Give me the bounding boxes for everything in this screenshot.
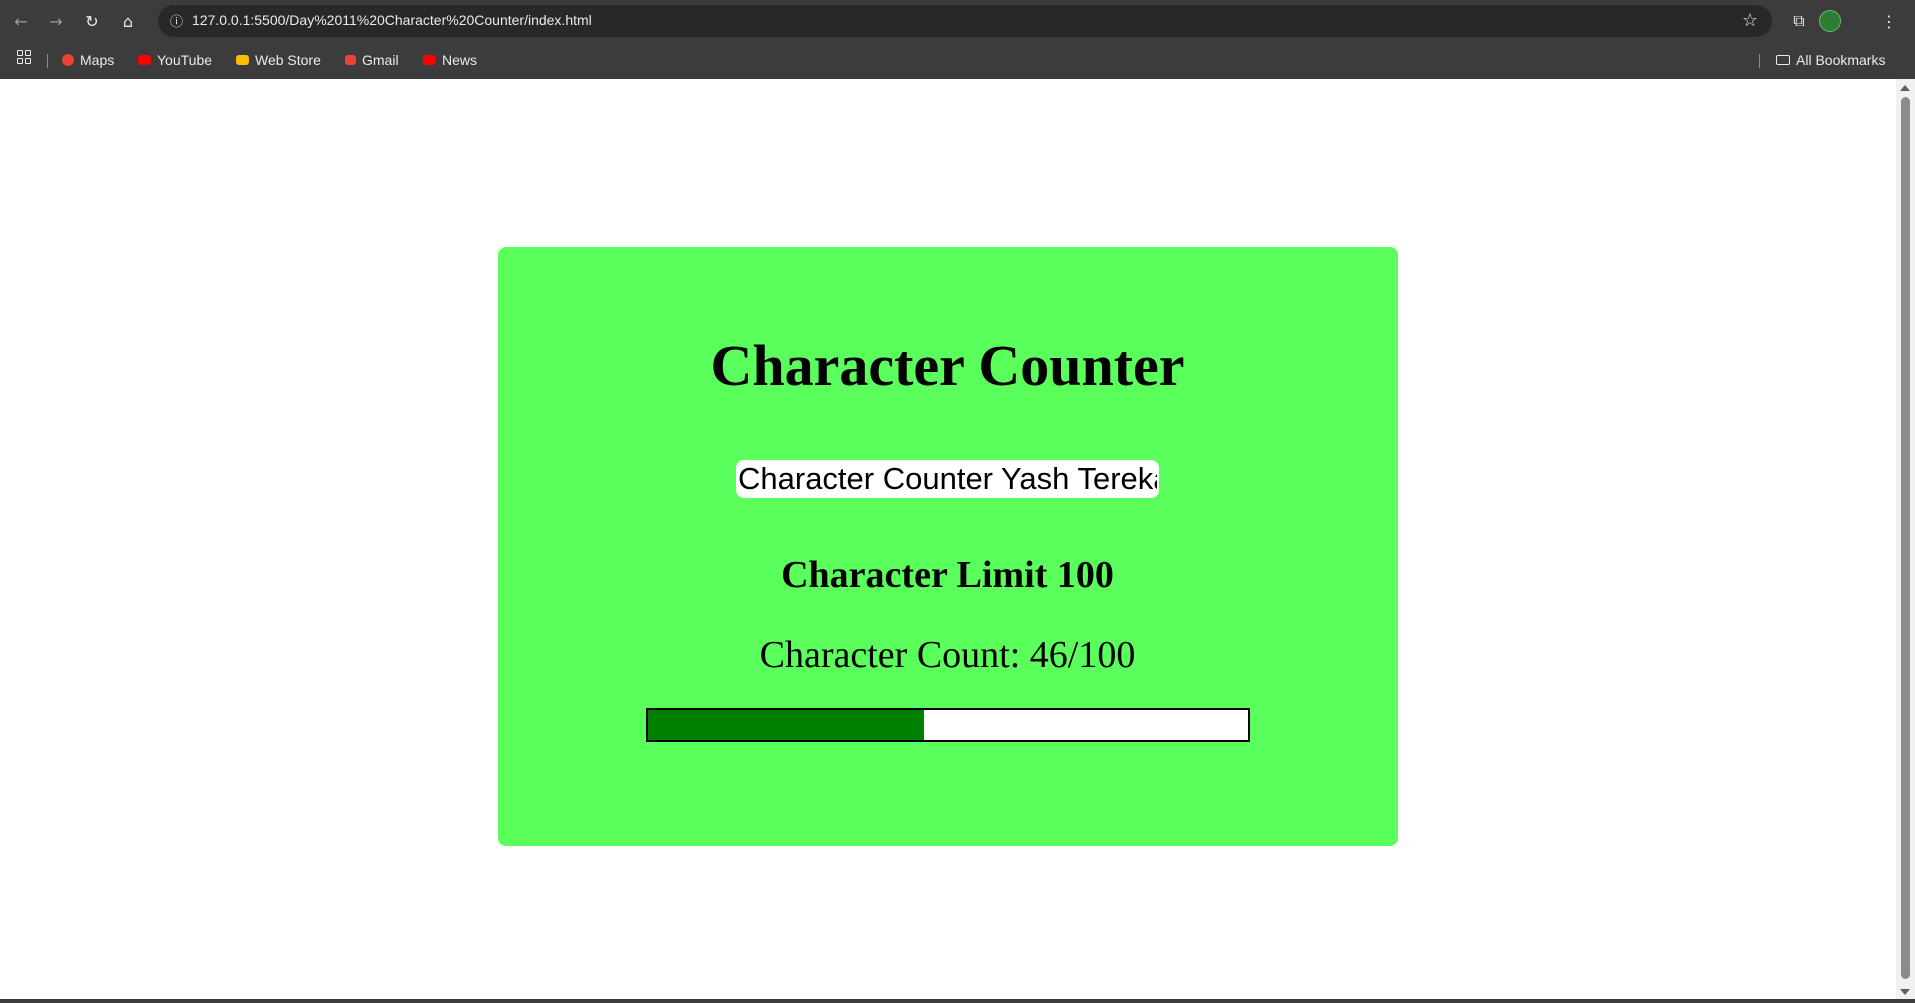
address-bar[interactable]: ⓘ 127.0.0.1:5500/Day%2011%20Character%20… [158, 5, 1772, 37]
url-text[interactable]: 127.0.0.1:5500/Day%2011%20Character%20Co… [192, 12, 592, 28]
bookmark-label: News [442, 52, 478, 68]
profile-avatar [1819, 10, 1841, 32]
youtube-icon [138, 55, 151, 65]
home-icon[interactable]: ⌂ [116, 9, 140, 33]
progress-fill [648, 710, 924, 740]
bookmarks-separator [47, 54, 48, 68]
maps-icon [62, 54, 74, 66]
bookmarks-bar: Maps YouTube Web Store Gmail News All Bo… [0, 42, 1915, 79]
site-info-icon[interactable]: ⓘ [168, 12, 185, 30]
bookmark-news[interactable]: News [423, 50, 477, 70]
all-bookmarks-label: All Bookmarks [1796, 52, 1886, 68]
bookmark-label: Gmail [362, 52, 399, 68]
bookmark-label: Maps [80, 52, 115, 68]
gmail-icon [345, 55, 356, 65]
kebab-menu-icon[interactable]: ⋮ [1877, 9, 1901, 33]
character-limit-label: Character Limit 100 [781, 554, 1114, 596]
extensions-icon[interactable]: ⧉ [1787, 9, 1811, 33]
all-bookmarks-button[interactable]: All Bookmarks [1776, 50, 1885, 70]
bookmark-label: Web Store [255, 52, 321, 68]
progress-bar [646, 708, 1250, 742]
scroll-down-arrow-icon[interactable] [1900, 989, 1910, 995]
scroll-up-arrow-icon[interactable] [1900, 85, 1910, 91]
forward-arrow-icon[interactable]: → [44, 9, 68, 33]
profile-button[interactable] [1818, 9, 1842, 33]
page-title: Character Counter [710, 333, 1185, 398]
bookmark-maps[interactable]: Maps [62, 50, 114, 70]
web-store-icon [236, 55, 249, 65]
apps-grid-icon[interactable] [17, 50, 31, 64]
back-arrow-icon[interactable]: ← [9, 9, 33, 33]
folder-icon [1776, 55, 1790, 65]
text-input[interactable] [736, 460, 1159, 498]
bookmark-web-store[interactable]: Web Store [236, 50, 321, 70]
scroll-thumb[interactable] [1901, 97, 1910, 979]
star-icon[interactable]: ☆ [1742, 10, 1758, 31]
vertical-scrollbar[interactable] [1896, 79, 1915, 999]
character-count-label: Character Count: 46/100 [759, 634, 1136, 676]
news-icon [423, 55, 436, 65]
browser-toolbar: ← → ↻ ⌂ ⓘ 127.0.0.1:5500/Day%2011%20Char… [0, 0, 1915, 42]
browser-chrome: ← → ↻ ⌂ ⓘ 127.0.0.1:5500/Day%2011%20Char… [0, 0, 1915, 79]
window-bottom-edge [0, 999, 1915, 1003]
bookmark-youtube[interactable]: YouTube [138, 50, 212, 70]
bookmarks-separator [1759, 54, 1760, 68]
bookmark-label: YouTube [157, 52, 213, 68]
bookmark-gmail[interactable]: Gmail [345, 50, 399, 70]
reload-icon[interactable]: ↻ [80, 9, 104, 33]
